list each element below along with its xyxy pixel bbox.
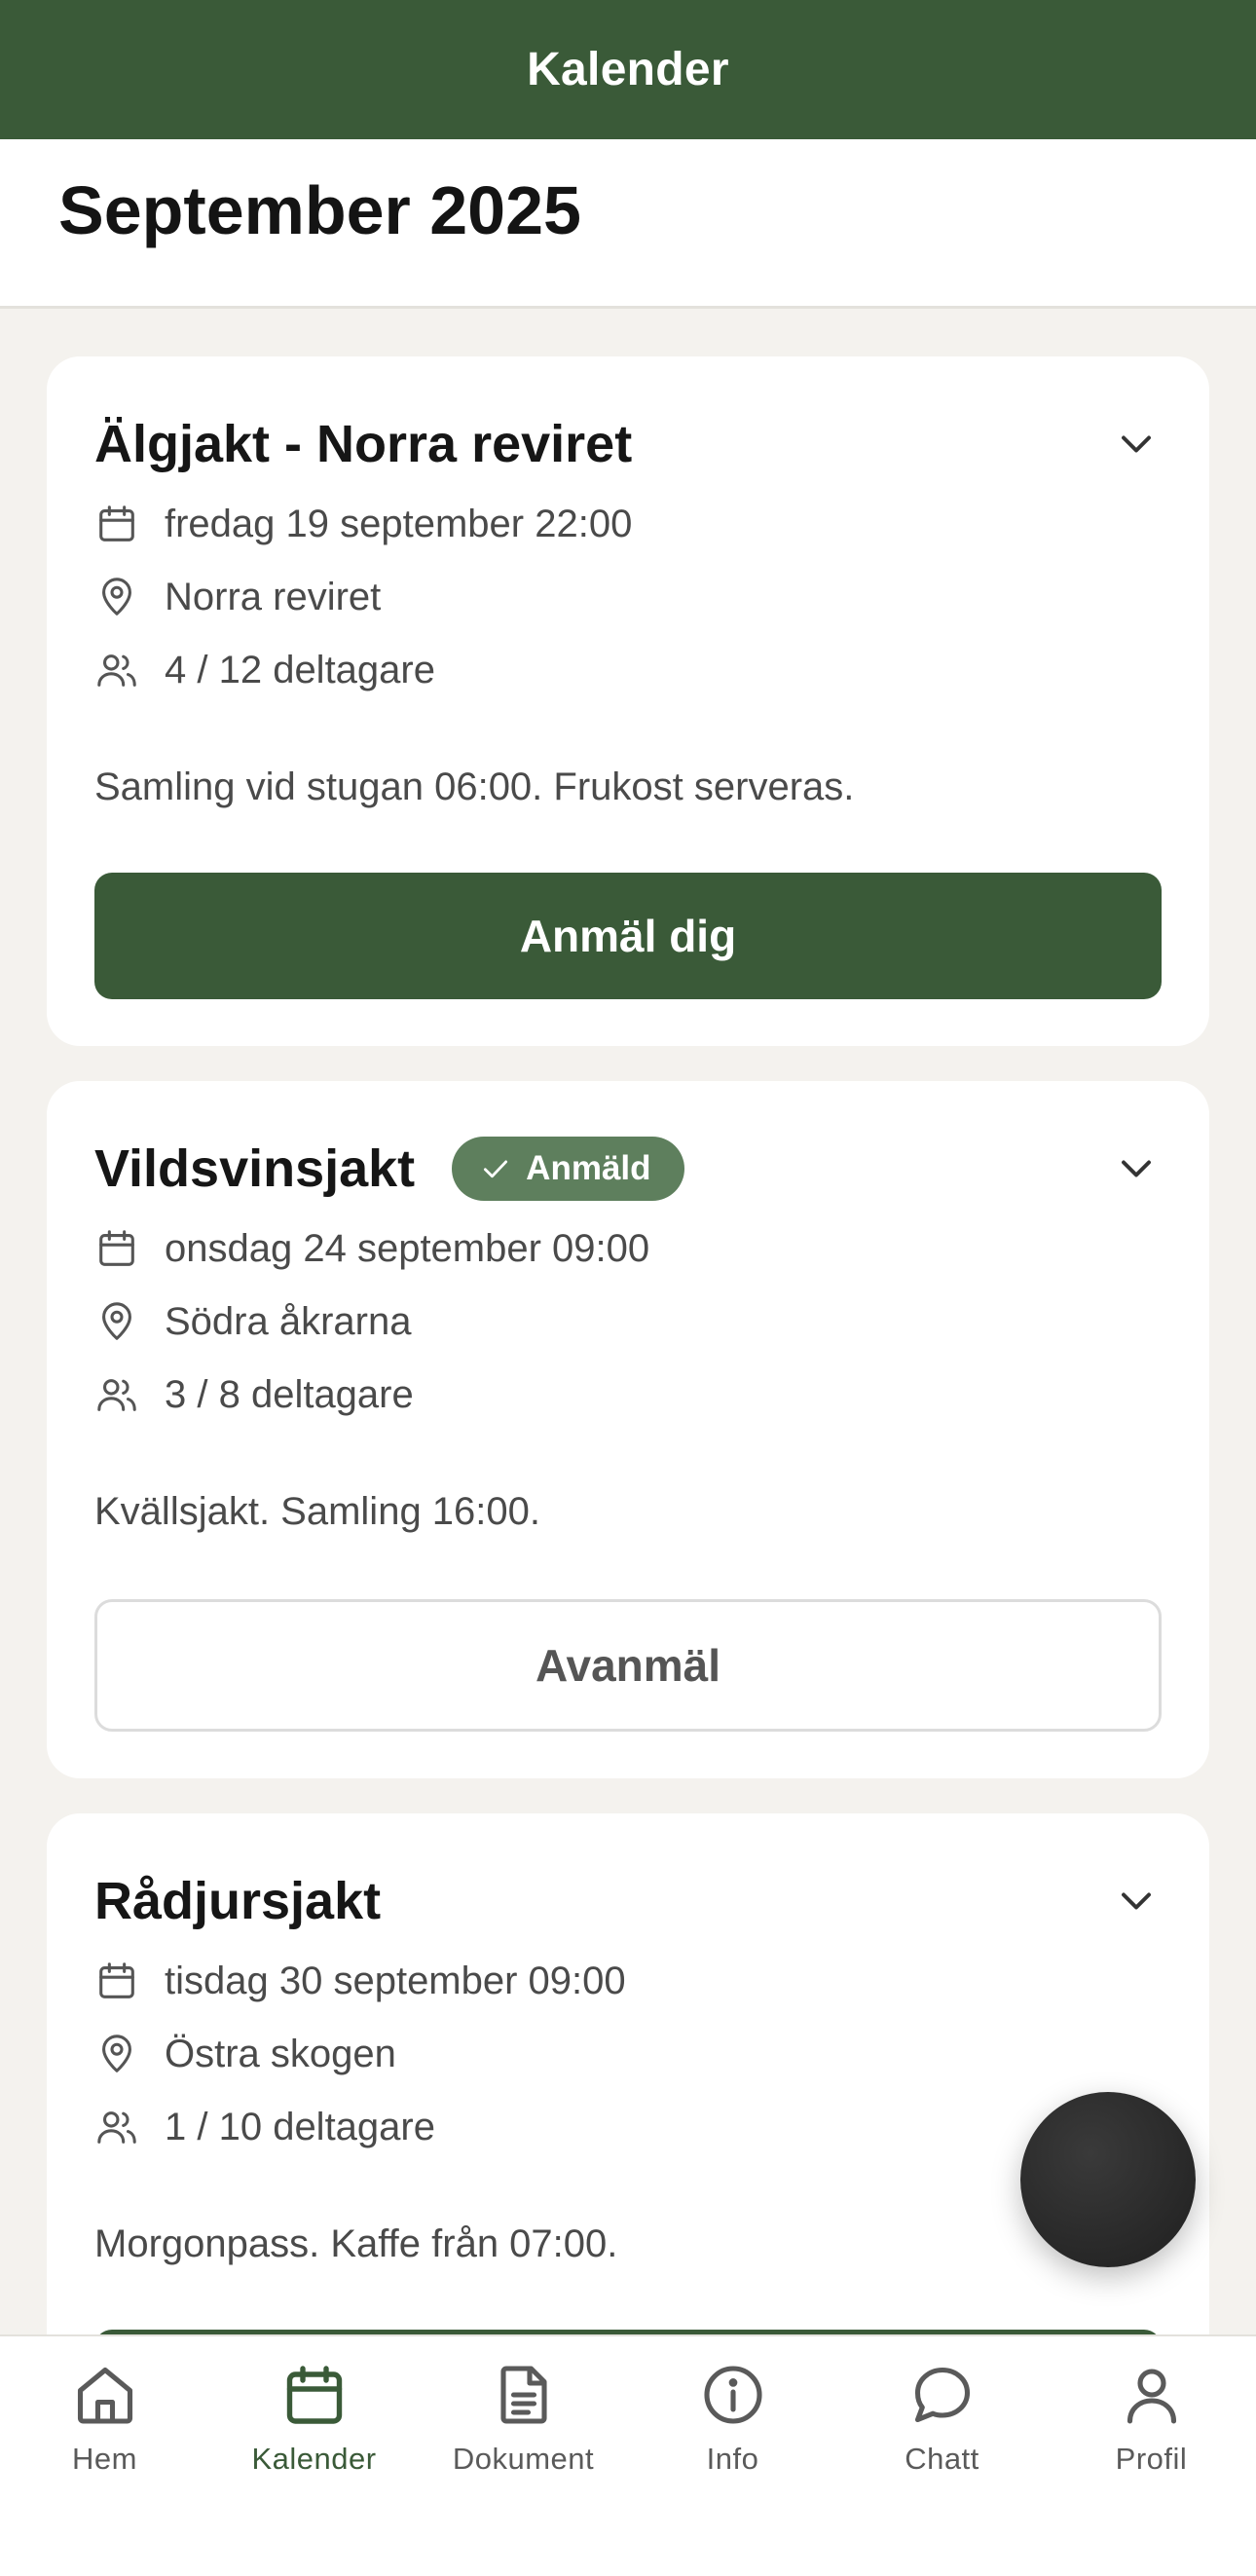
nav-label: Info — [706, 2442, 759, 2476]
nav-label: Chatt — [905, 2442, 979, 2476]
profile-icon — [1127, 2369, 1176, 2424]
event-title-row: Vildsvinsjakt Anmäld — [94, 1130, 1162, 1208]
event-description: Morgonpass. Kaffe från 07:00. — [94, 2222, 618, 2265]
event-participants-row: 3 / 8 deltagare — [94, 1365, 414, 1424]
event-participants-row: 4 / 12 deltagare — [94, 641, 435, 699]
floating-action-button[interactable] — [1020, 2092, 1196, 2267]
calendar-page: Kalender September 2025 Älgjakt - Norra … — [0, 0, 1256, 2576]
badge-label: Anmäld — [526, 1149, 651, 1187]
event-description: Samling vid stugan 06:00. Frukost server… — [94, 765, 855, 808]
event-participants: 4 / 12 deltagare — [165, 648, 435, 691]
event-description: Kvällsjakt. Samling 16:00. — [94, 1490, 541, 1533]
location-pin-icon — [94, 575, 139, 619]
nav-item-calendar[interactable]: Kalender — [209, 2360, 419, 2496]
event-participants-row: 1 / 10 deltagare — [94, 2098, 435, 2156]
event-title-row: Älgjakt - Norra reviret — [94, 405, 1162, 483]
signup-button[interactable]: Anmäl dig — [94, 873, 1162, 999]
event-card[interactable]: Älgjakt - Norra reviret fredag 19 septem… — [47, 356, 1209, 1046]
nav-label: Dokument — [452, 2442, 595, 2476]
nav-label: Hem — [72, 2442, 137, 2476]
event-date-row: onsdag 24 september 09:00 — [94, 1219, 649, 1278]
document-icon — [499, 2366, 547, 2424]
event-participants: 1 / 10 deltagare — [165, 2105, 435, 2148]
event-card[interactable]: Vildsvinsjakt Anmäld onsdag 24 september… — [47, 1081, 1209, 1778]
location-pin-icon — [94, 2032, 139, 2076]
calendar-icon — [94, 1226, 139, 1271]
app-header: Kalender — [0, 0, 1256, 139]
event-title: Rådjursjakt — [94, 1872, 382, 1930]
event-location-row: Södra åkrarna — [94, 1292, 411, 1351]
calendar-icon — [286, 2366, 342, 2424]
nav-item-documents[interactable]: Dokument — [419, 2360, 628, 2496]
month-bar: September 2025 — [0, 139, 1256, 309]
nav-label: Kalender — [251, 2442, 377, 2476]
nav-item-chat[interactable]: Chatt — [837, 2360, 1047, 2496]
nav-item-info[interactable]: Info — [628, 2360, 837, 2496]
event-date: tisdag 30 september 09:00 — [165, 1959, 626, 2002]
nav-label: Profil — [1115, 2442, 1188, 2476]
chevron-down-icon[interactable] — [1111, 1876, 1162, 1926]
header-title: Kalender — [527, 44, 729, 95]
event-location-row: Östra skogen — [94, 2025, 396, 2083]
event-date: fredag 19 september 22:00 — [165, 502, 633, 545]
event-date: onsdag 24 september 09:00 — [165, 1226, 650, 1270]
event-location: Östra skogen — [165, 2032, 396, 2075]
check-icon — [484, 1160, 508, 1178]
event-date-row: tisdag 30 september 09:00 — [94, 1952, 626, 2010]
event-date-row: fredag 19 september 22:00 — [94, 495, 632, 553]
chevron-down-icon[interactable] — [1111, 1143, 1162, 1194]
month-title: September 2025 — [58, 172, 581, 248]
users-icon — [94, 2105, 139, 2149]
event-location: Södra åkrarna — [165, 1299, 412, 1343]
event-location-row: Norra reviret — [94, 568, 381, 626]
event-title: Älgjakt - Norra reviret — [94, 415, 633, 473]
home-icon — [77, 2367, 132, 2424]
location-pin-icon — [94, 1299, 139, 1344]
calendar-icon — [94, 502, 139, 546]
registered-badge: Anmäld — [452, 1137, 684, 1201]
event-location: Norra reviret — [165, 575, 382, 618]
users-icon — [94, 1372, 139, 1417]
event-participants: 3 / 8 deltagare — [165, 1372, 414, 1416]
nav-item-home[interactable]: Hem — [0, 2360, 209, 2496]
event-title-row: Rådjursjakt — [94, 1862, 1162, 1940]
chevron-down-icon[interactable] — [1111, 419, 1162, 469]
chat-icon — [914, 2367, 970, 2423]
unregister-button[interactable]: Avanmäl — [94, 1599, 1162, 1732]
event-title: Vildsvinsjakt — [94, 1139, 416, 1198]
calendar-icon — [94, 1959, 139, 2003]
bottom-nav: Hem Kalender Dokument Info Chatt Profil — [0, 2334, 1256, 2576]
info-icon — [703, 2366, 762, 2424]
nav-item-profile[interactable]: Profil — [1047, 2360, 1256, 2496]
users-icon — [94, 648, 139, 692]
